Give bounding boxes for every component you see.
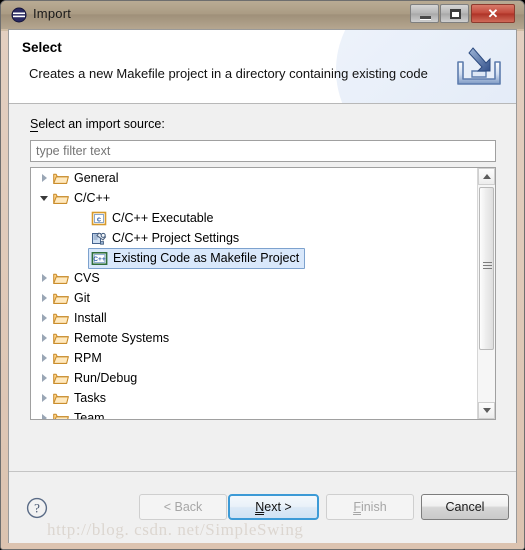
folder-icon	[53, 291, 69, 305]
next-button[interactable]: Next >	[228, 494, 319, 520]
minimize-icon	[420, 16, 431, 20]
folder-icon	[53, 311, 69, 325]
tree-item-git[interactable]: Git	[31, 288, 478, 308]
cpp-file-icon: C++	[91, 251, 108, 266]
folder-icon	[53, 271, 69, 285]
twisty-collapsed-icon[interactable]	[40, 293, 49, 303]
tree-item-c-c-project-settings[interactable]: C/C++ Project Settings	[31, 228, 478, 248]
window-title: Import	[33, 6, 72, 21]
cancel-button-label: Cancel	[445, 500, 485, 514]
caret-up-icon	[482, 174, 491, 179]
tree-item-label: Remote Systems	[74, 331, 170, 345]
folder-icon	[53, 371, 69, 385]
source-label: Select an import source:	[30, 117, 165, 132]
maximize-button[interactable]	[440, 4, 469, 23]
next-mnemonic: N	[255, 500, 265, 515]
tree-item-label: Team	[74, 411, 105, 419]
twisty-collapsed-icon[interactable]	[40, 353, 49, 363]
tree-item-rpm[interactable]: RPM	[31, 348, 478, 368]
import-source-tree[interactable]: General C/C++ c C/C++ Executable C/C++ Proje…	[30, 167, 496, 420]
minimize-button[interactable]	[410, 4, 439, 23]
twisty-collapsed-icon[interactable]	[40, 173, 49, 183]
scrollbar-grip-icon	[483, 262, 492, 271]
maximize-icon	[450, 9, 461, 19]
twisty-expanded-icon[interactable]	[40, 194, 49, 203]
folder-icon	[53, 331, 69, 345]
eclipse-import-icon	[11, 7, 27, 23]
twisty-collapsed-icon[interactable]	[40, 313, 49, 323]
twisty-collapsed-icon[interactable]	[40, 333, 49, 343]
tree-item-label: C/C++ Project Settings	[112, 231, 240, 245]
folder-icon	[53, 191, 69, 205]
tree-item-general[interactable]: General	[31, 168, 478, 188]
tree-item-c-c[interactable]: C/C++	[31, 188, 478, 208]
folder-icon	[53, 171, 69, 185]
c-file-icon: c	[91, 211, 107, 226]
tree-item-label: CVS	[74, 271, 100, 285]
tree-item-label: Existing Code as Makefile Project	[113, 251, 300, 265]
tree-item-label: Git	[74, 291, 90, 305]
twisty-collapsed-icon[interactable]	[40, 273, 49, 283]
tree-item-label: Install	[74, 311, 107, 325]
tree-vertical-scrollbar[interactable]	[477, 168, 495, 419]
twisty-collapsed-icon[interactable]	[40, 393, 49, 403]
title-bar[interactable]: Import ✕	[1, 1, 524, 29]
back-button[interactable]: < Back	[139, 494, 227, 520]
close-icon: ✕	[487, 5, 499, 21]
caret-down-icon	[482, 408, 491, 413]
help-button[interactable]: ?	[26, 497, 48, 519]
scrollbar-thumb[interactable]	[479, 187, 494, 350]
tree-rows-container: General C/C++ c C/C++ Executable C/C++ Proje…	[31, 168, 478, 419]
tree-item-label: C/C++	[74, 191, 111, 205]
tree-item-label: RPM	[74, 351, 102, 365]
next-button-label: Next >	[255, 500, 292, 515]
tree-item-install[interactable]: Install	[31, 308, 478, 328]
wizard-body: Select an import source: General C/C++ c C/…	[9, 104, 516, 471]
close-button[interactable]: ✕	[471, 4, 515, 23]
tree-item-team[interactable]: Team	[31, 408, 478, 419]
page-title: Select	[22, 40, 62, 55]
folder-icon	[53, 351, 69, 365]
folder-icon	[53, 411, 69, 419]
dialog-button-bar: ? < Back Next > Finish Cancel	[9, 471, 516, 543]
cancel-button[interactable]: Cancel	[421, 494, 509, 520]
back-button-label: < Back	[163, 500, 203, 514]
wizard-header: Select Creates a new Makefile project in…	[9, 30, 516, 104]
svg-text:c: c	[97, 214, 101, 223]
tree-item-run-debug[interactable]: Run/Debug	[31, 368, 478, 388]
page-description: Creates a new Makefile project in a dire…	[29, 66, 428, 81]
scroll-up-button[interactable]	[478, 168, 495, 185]
svg-text:C++: C++	[93, 256, 106, 263]
tree-item-existing-code-as-makefile-project[interactable]: C++ Existing Code as Makefile Project	[31, 248, 478, 269]
finish-button[interactable]: Finish	[326, 494, 414, 520]
finish-mnemonic: F	[353, 500, 361, 515]
tree-item-label: Tasks	[74, 391, 106, 405]
source-label-rest: elect an import source:	[38, 117, 165, 131]
tree-item-label: General	[74, 171, 119, 185]
scroll-down-button[interactable]	[478, 402, 495, 419]
filter-input[interactable]	[30, 140, 496, 162]
project-settings-icon	[91, 231, 107, 246]
tree-item-remote-systems[interactable]: Remote Systems	[31, 328, 478, 348]
twisty-collapsed-icon[interactable]	[40, 413, 49, 419]
dialog-content-frame: Select Creates a new Makefile project in…	[8, 29, 517, 543]
tree-item-cvs[interactable]: CVS	[31, 268, 478, 288]
finish-button-label: Finish	[353, 500, 387, 515]
tree-item-tasks[interactable]: Tasks	[31, 388, 478, 408]
folder-icon	[53, 391, 69, 405]
import-wizard-icon	[454, 44, 504, 90]
twisty-collapsed-icon[interactable]	[40, 373, 49, 383]
tree-item-label: Run/Debug	[74, 371, 138, 385]
tree-item-label: C/C++ Executable	[112, 211, 214, 225]
tree-item-c-c-executable[interactable]: c C/C++ Executable	[31, 208, 478, 228]
svg-text:?: ?	[34, 501, 40, 516]
import-dialog-window: Import ✕ Select Creates a new Makefile p…	[0, 0, 525, 550]
